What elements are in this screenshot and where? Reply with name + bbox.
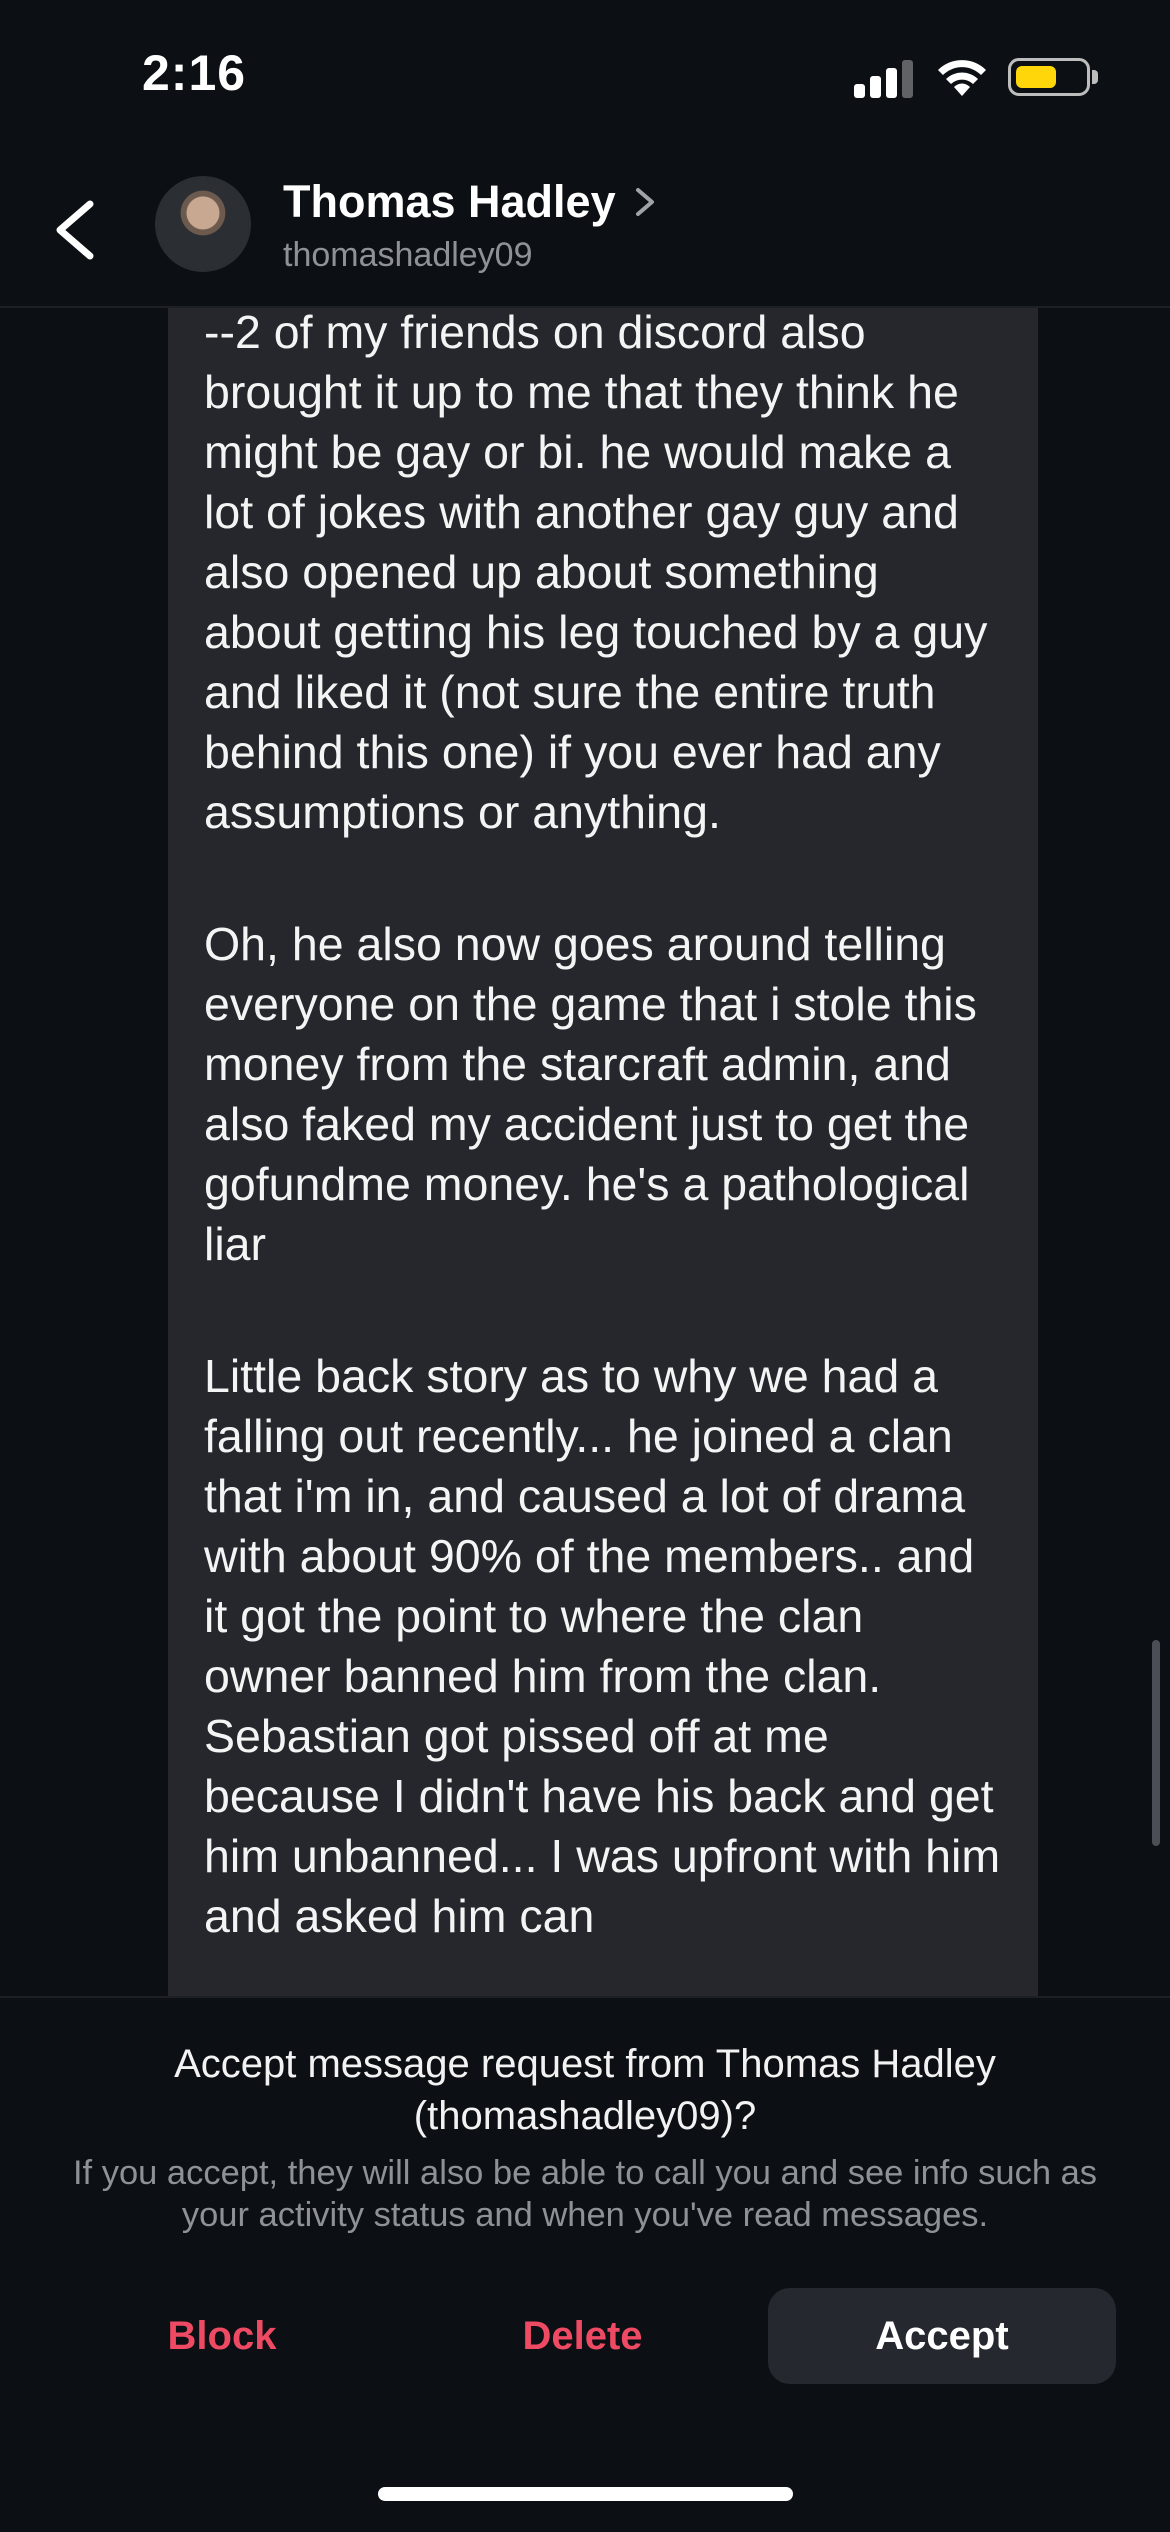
contact-name[interactable]: Thomas Hadley [283, 176, 616, 228]
scroll-indicator[interactable] [1152, 1640, 1160, 1846]
status-time: 2:16 [142, 45, 247, 101]
battery-cap [1092, 70, 1098, 84]
contact-username: thomashadley09 [283, 236, 533, 274]
message-thread[interactable]: --2 of my friends on discord also brough… [0, 308, 1170, 1996]
message-request-panel: Accept message request from Thomas Hadle… [0, 1996, 1170, 2532]
delete-button[interactable]: Delete [480, 2288, 685, 2384]
battery-level [1016, 66, 1056, 88]
battery-icon [1008, 58, 1090, 96]
accept-button[interactable]: Accept [768, 2288, 1116, 2384]
cellular-signal-icon [854, 58, 914, 98]
chevron-right-icon[interactable] [632, 182, 658, 222]
chevron-left-icon[interactable] [40, 190, 110, 270]
block-button[interactable]: Block [122, 2288, 322, 2384]
request-description: If you accept, they will also be able to… [72, 2154, 1098, 2234]
wifi-icon [938, 60, 986, 96]
message-paragraph-2: Oh, he also now goes around telling ever… [204, 918, 977, 1270]
contact-avatar[interactable] [155, 176, 251, 272]
home-indicator[interactable] [378, 2487, 793, 2501]
message-paragraph-3: Little back story as to why we had a fal… [204, 1350, 1001, 1942]
status-bar: 2:16 [0, 0, 1170, 150]
request-title: Accept message request from Thomas Hadle… [174, 2042, 996, 2138]
conversation-header: Thomas Hadley thomashadley09 [0, 150, 1170, 308]
dm-request-screen: 2:16 Thomas Hadley thomashadley09 --2 of… [0, 0, 1170, 2532]
contact-name-row[interactable]: Thomas Hadley [283, 176, 658, 228]
message-paragraph-1: --2 of my friends on discord also brough… [204, 308, 988, 838]
message-bubble[interactable]: --2 of my friends on discord also brough… [168, 308, 1038, 1996]
